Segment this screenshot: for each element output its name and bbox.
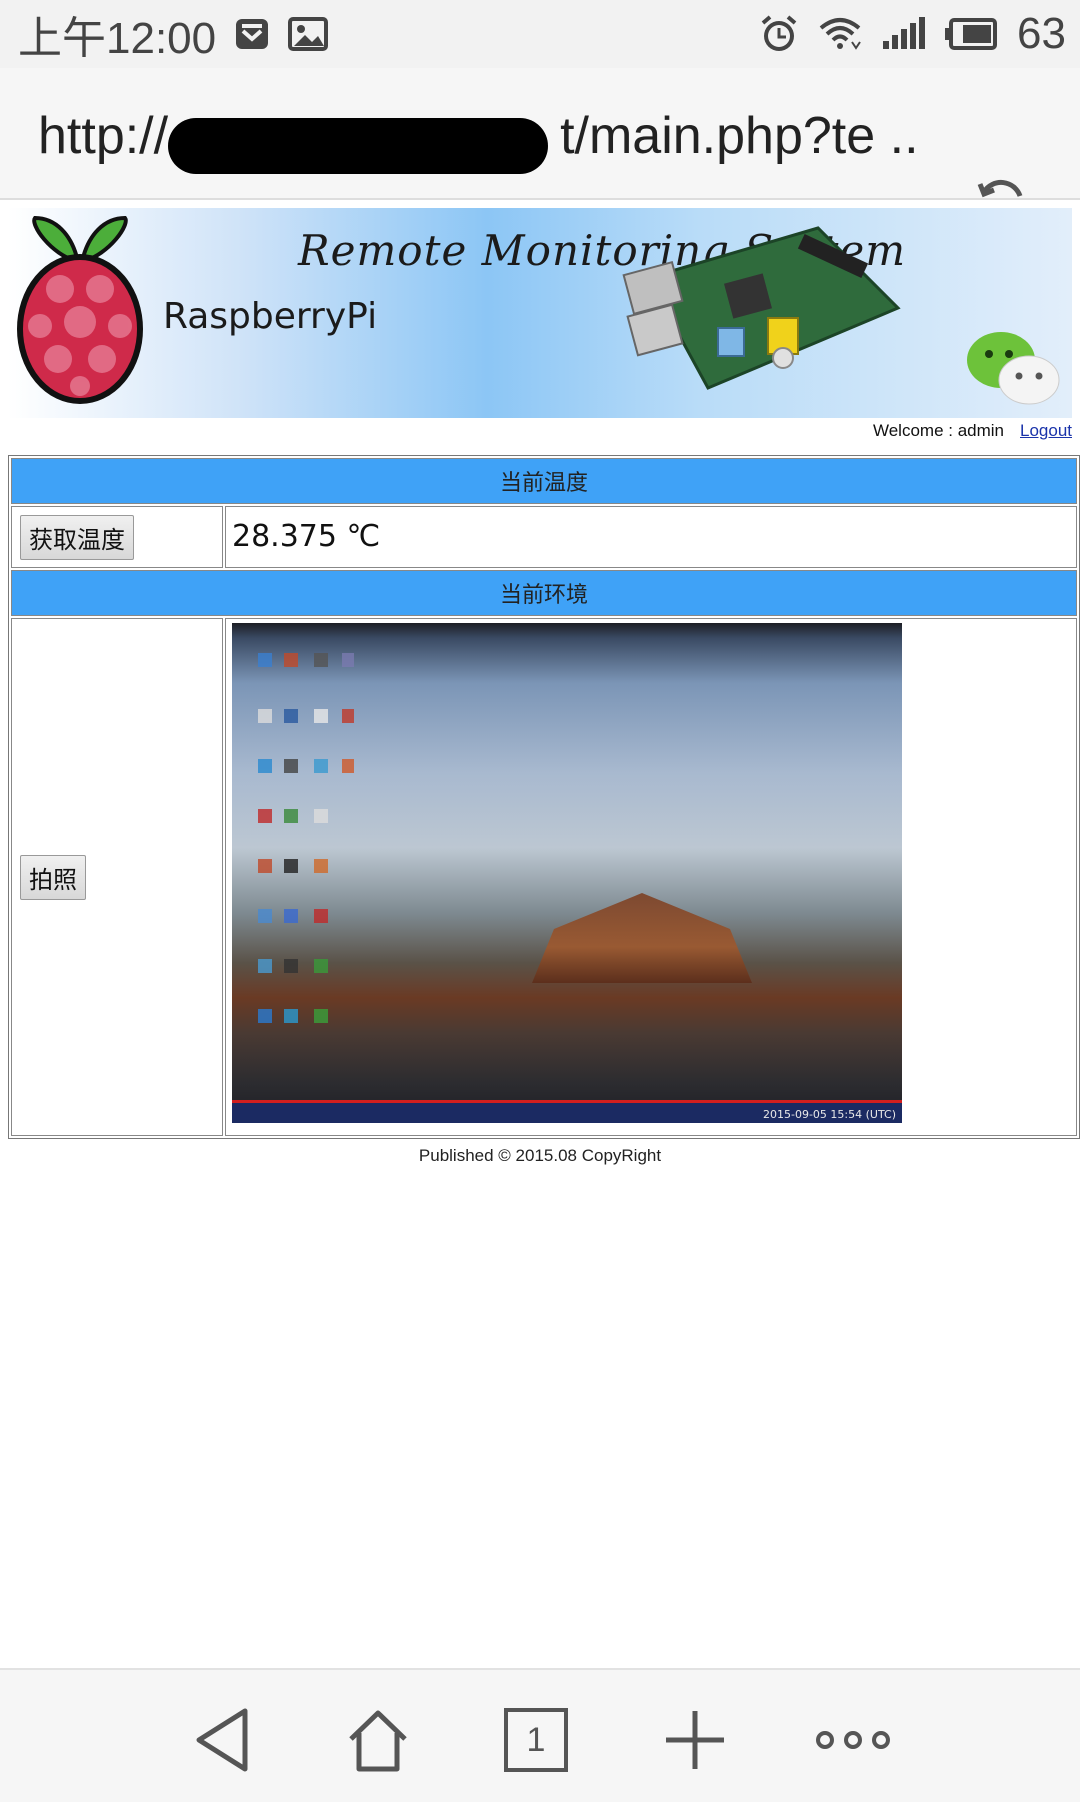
camera-photo: 2015-09-05 15:54 (UTC) <box>232 623 902 1123</box>
url-prefix: http:// <box>38 107 169 165</box>
tab-count: 1 <box>504 1708 568 1772</box>
notification-shield-icon <box>234 16 270 52</box>
url-redaction <box>168 118 548 174</box>
site-banner: Remote Monitoring System RaspberryPi <box>8 208 1072 418</box>
monitor-table: 当前温度 获取温度 28.375 ℃ 当前环境 拍照 2015-09-05 15… <box>8 455 1080 1139</box>
photo-timestamp-bar: 2015-09-05 15:54 (UTC) <box>232 1100 902 1123</box>
tabs-icon[interactable]: 1 <box>496 1700 576 1780</box>
logout-link[interactable]: Logout <box>1020 421 1072 441</box>
welcome-text: Welcome : admin <box>872 421 1004 440</box>
new-tab-icon[interactable] <box>655 1700 735 1780</box>
temperature-header: 当前温度 <box>11 458 1077 504</box>
status-time: 上午12:00 <box>18 14 217 63</box>
signal-icon <box>881 17 926 51</box>
wifi-icon <box>819 16 861 52</box>
address-bar[interactable]: http:// t/main.php?te .. <box>0 68 1080 229</box>
get-temperature-button[interactable]: 获取温度 <box>20 514 134 560</box>
status-bar: 上午12:00 63 <box>0 0 1080 68</box>
banner-brand: RaspberryPi <box>163 296 378 337</box>
temperature-action-cell: 获取温度 <box>11 506 223 568</box>
temperature-value: 28.375 ℃ <box>232 519 381 554</box>
more-icon[interactable] <box>813 1700 893 1780</box>
welcome-row: Welcome : admin Logout <box>873 418 1072 444</box>
back-icon[interactable] <box>183 1700 263 1780</box>
wechat-icon <box>963 328 1063 412</box>
take-photo-button[interactable]: 拍照 <box>20 854 86 900</box>
desktop-icons-image <box>258 653 354 1023</box>
temperature-value-cell: 28.375 ℃ <box>225 506 1077 568</box>
raspberry-board-image <box>618 218 918 402</box>
environment-header: 当前环境 <box>11 570 1077 616</box>
raspberry-logo-icon <box>10 214 150 418</box>
gallery-icon <box>288 16 329 52</box>
battery-level: 63 <box>1017 9 1066 58</box>
photo-cell: 2015-09-05 15:54 (UTC) <box>225 618 1077 1136</box>
palace-shape <box>532 893 752 983</box>
browser-bottom-bar: 1 <box>0 1668 1080 1802</box>
alarm-icon <box>759 14 799 54</box>
photo-action-cell: 拍照 <box>11 618 223 1136</box>
photo-timestamp: 2015-09-05 15:54 (UTC) <box>762 1108 896 1121</box>
home-icon[interactable] <box>338 1700 418 1780</box>
battery-icon <box>945 17 998 51</box>
url-suffix: t/main.php?te .. <box>560 107 919 165</box>
page-footer: Published © 2015.08 CopyRight <box>418 1146 662 1165</box>
